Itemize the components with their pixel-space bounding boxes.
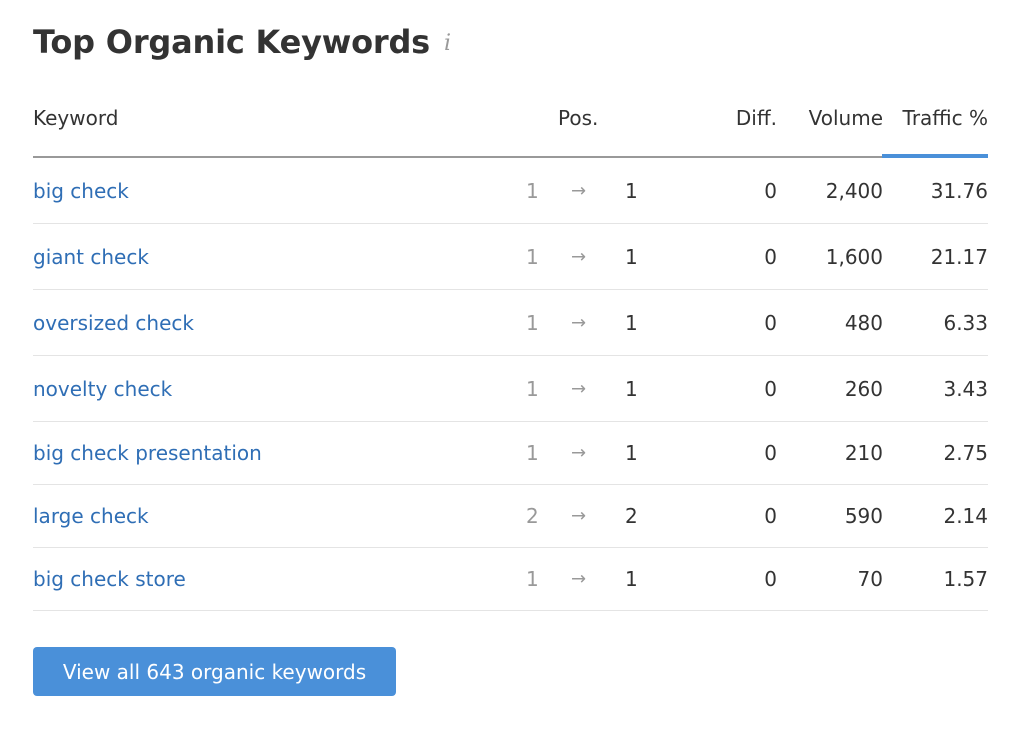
table-row: big check 1 → 1 0 2,400 31.76 <box>33 158 988 224</box>
arrow-right-icon: → <box>571 180 587 201</box>
table-row: novelty check 1 → 1 0 260 3.43 <box>33 356 988 422</box>
volume-value: 1,600 <box>825 244 883 269</box>
table-row: big check presentation 1 → 1 0 210 2.75 <box>33 422 988 485</box>
previous-position: 1 <box>526 244 539 269</box>
column-header-volume[interactable]: Volume <box>809 106 883 130</box>
column-header-pos[interactable]: Pos. <box>558 106 598 130</box>
traffic-value: 2.14 <box>943 504 988 528</box>
previous-position: 1 <box>526 376 539 401</box>
traffic-value: 1.57 <box>943 567 988 591</box>
current-position: 1 <box>625 441 638 465</box>
difficulty-value: 0 <box>764 244 777 269</box>
arrow-right-icon: → <box>571 505 587 527</box>
table-row: giant check 1 → 1 0 1,600 21.17 <box>33 224 988 290</box>
keyword-link[interactable]: oversized check <box>33 311 194 335</box>
current-position: 1 <box>625 567 638 591</box>
keyword-table-body: big check 1 → 1 0 2,400 31.76 giant chec… <box>33 158 988 611</box>
current-position: 1 <box>625 244 638 269</box>
current-position: 1 <box>625 310 638 335</box>
traffic-value: 31.76 <box>930 178 988 203</box>
keyword-link[interactable]: giant check <box>33 245 149 269</box>
traffic-value: 3.43 <box>943 376 988 401</box>
keyword-link[interactable]: large check <box>33 504 149 528</box>
volume-value: 480 <box>844 310 883 335</box>
current-position: 1 <box>625 376 638 401</box>
arrow-right-icon: → <box>571 378 587 399</box>
arrow-right-icon: → <box>571 568 587 590</box>
info-icon[interactable]: i <box>444 33 451 55</box>
difficulty-value: 0 <box>764 178 777 203</box>
table-row: big check store 1 → 1 0 70 1.57 <box>33 548 988 611</box>
volume-value: 210 <box>844 441 883 465</box>
widget-title: Top Organic Keywords <box>33 23 431 61</box>
volume-value: 590 <box>844 504 883 528</box>
table-row: oversized check 1 → 1 0 480 6.33 <box>33 290 988 356</box>
keyword-link[interactable]: big check presentation <box>33 441 262 465</box>
traffic-value: 2.75 <box>943 441 988 465</box>
volume-value: 260 <box>844 376 883 401</box>
current-position: 1 <box>625 178 638 203</box>
volume-value: 70 <box>857 567 883 591</box>
table-header: Keyword Pos. Diff. Volume Traffic % <box>33 98 988 158</box>
keyword-link[interactable]: novelty check <box>33 377 172 401</box>
previous-position: 2 <box>526 504 539 528</box>
difficulty-value: 0 <box>764 376 777 401</box>
column-header-diff[interactable]: Diff. <box>736 106 777 130</box>
difficulty-value: 0 <box>764 441 777 465</box>
arrow-right-icon: → <box>571 442 587 464</box>
previous-position: 1 <box>526 310 539 335</box>
difficulty-value: 0 <box>764 567 777 591</box>
difficulty-value: 0 <box>764 310 777 335</box>
view-all-keywords-button[interactable]: View all 643 organic keywords <box>33 647 396 696</box>
keyword-link[interactable]: big check store <box>33 567 186 591</box>
previous-position: 1 <box>526 567 539 591</box>
table-row: large check 2 → 2 0 590 2.14 <box>33 485 988 548</box>
volume-value: 2,400 <box>825 178 883 203</box>
widget-header: Top Organic Keywords i <box>33 22 451 62</box>
traffic-value: 21.17 <box>930 244 988 269</box>
column-header-keyword[interactable]: Keyword <box>33 106 118 130</box>
traffic-value: 6.33 <box>943 310 988 335</box>
difficulty-value: 0 <box>764 504 777 528</box>
arrow-right-icon: → <box>571 246 587 267</box>
previous-position: 1 <box>526 441 539 465</box>
keyword-link[interactable]: big check <box>33 179 129 203</box>
column-header-traffic[interactable]: Traffic % <box>903 106 988 130</box>
current-position: 2 <box>625 504 638 528</box>
previous-position: 1 <box>526 178 539 203</box>
arrow-right-icon: → <box>571 312 587 333</box>
